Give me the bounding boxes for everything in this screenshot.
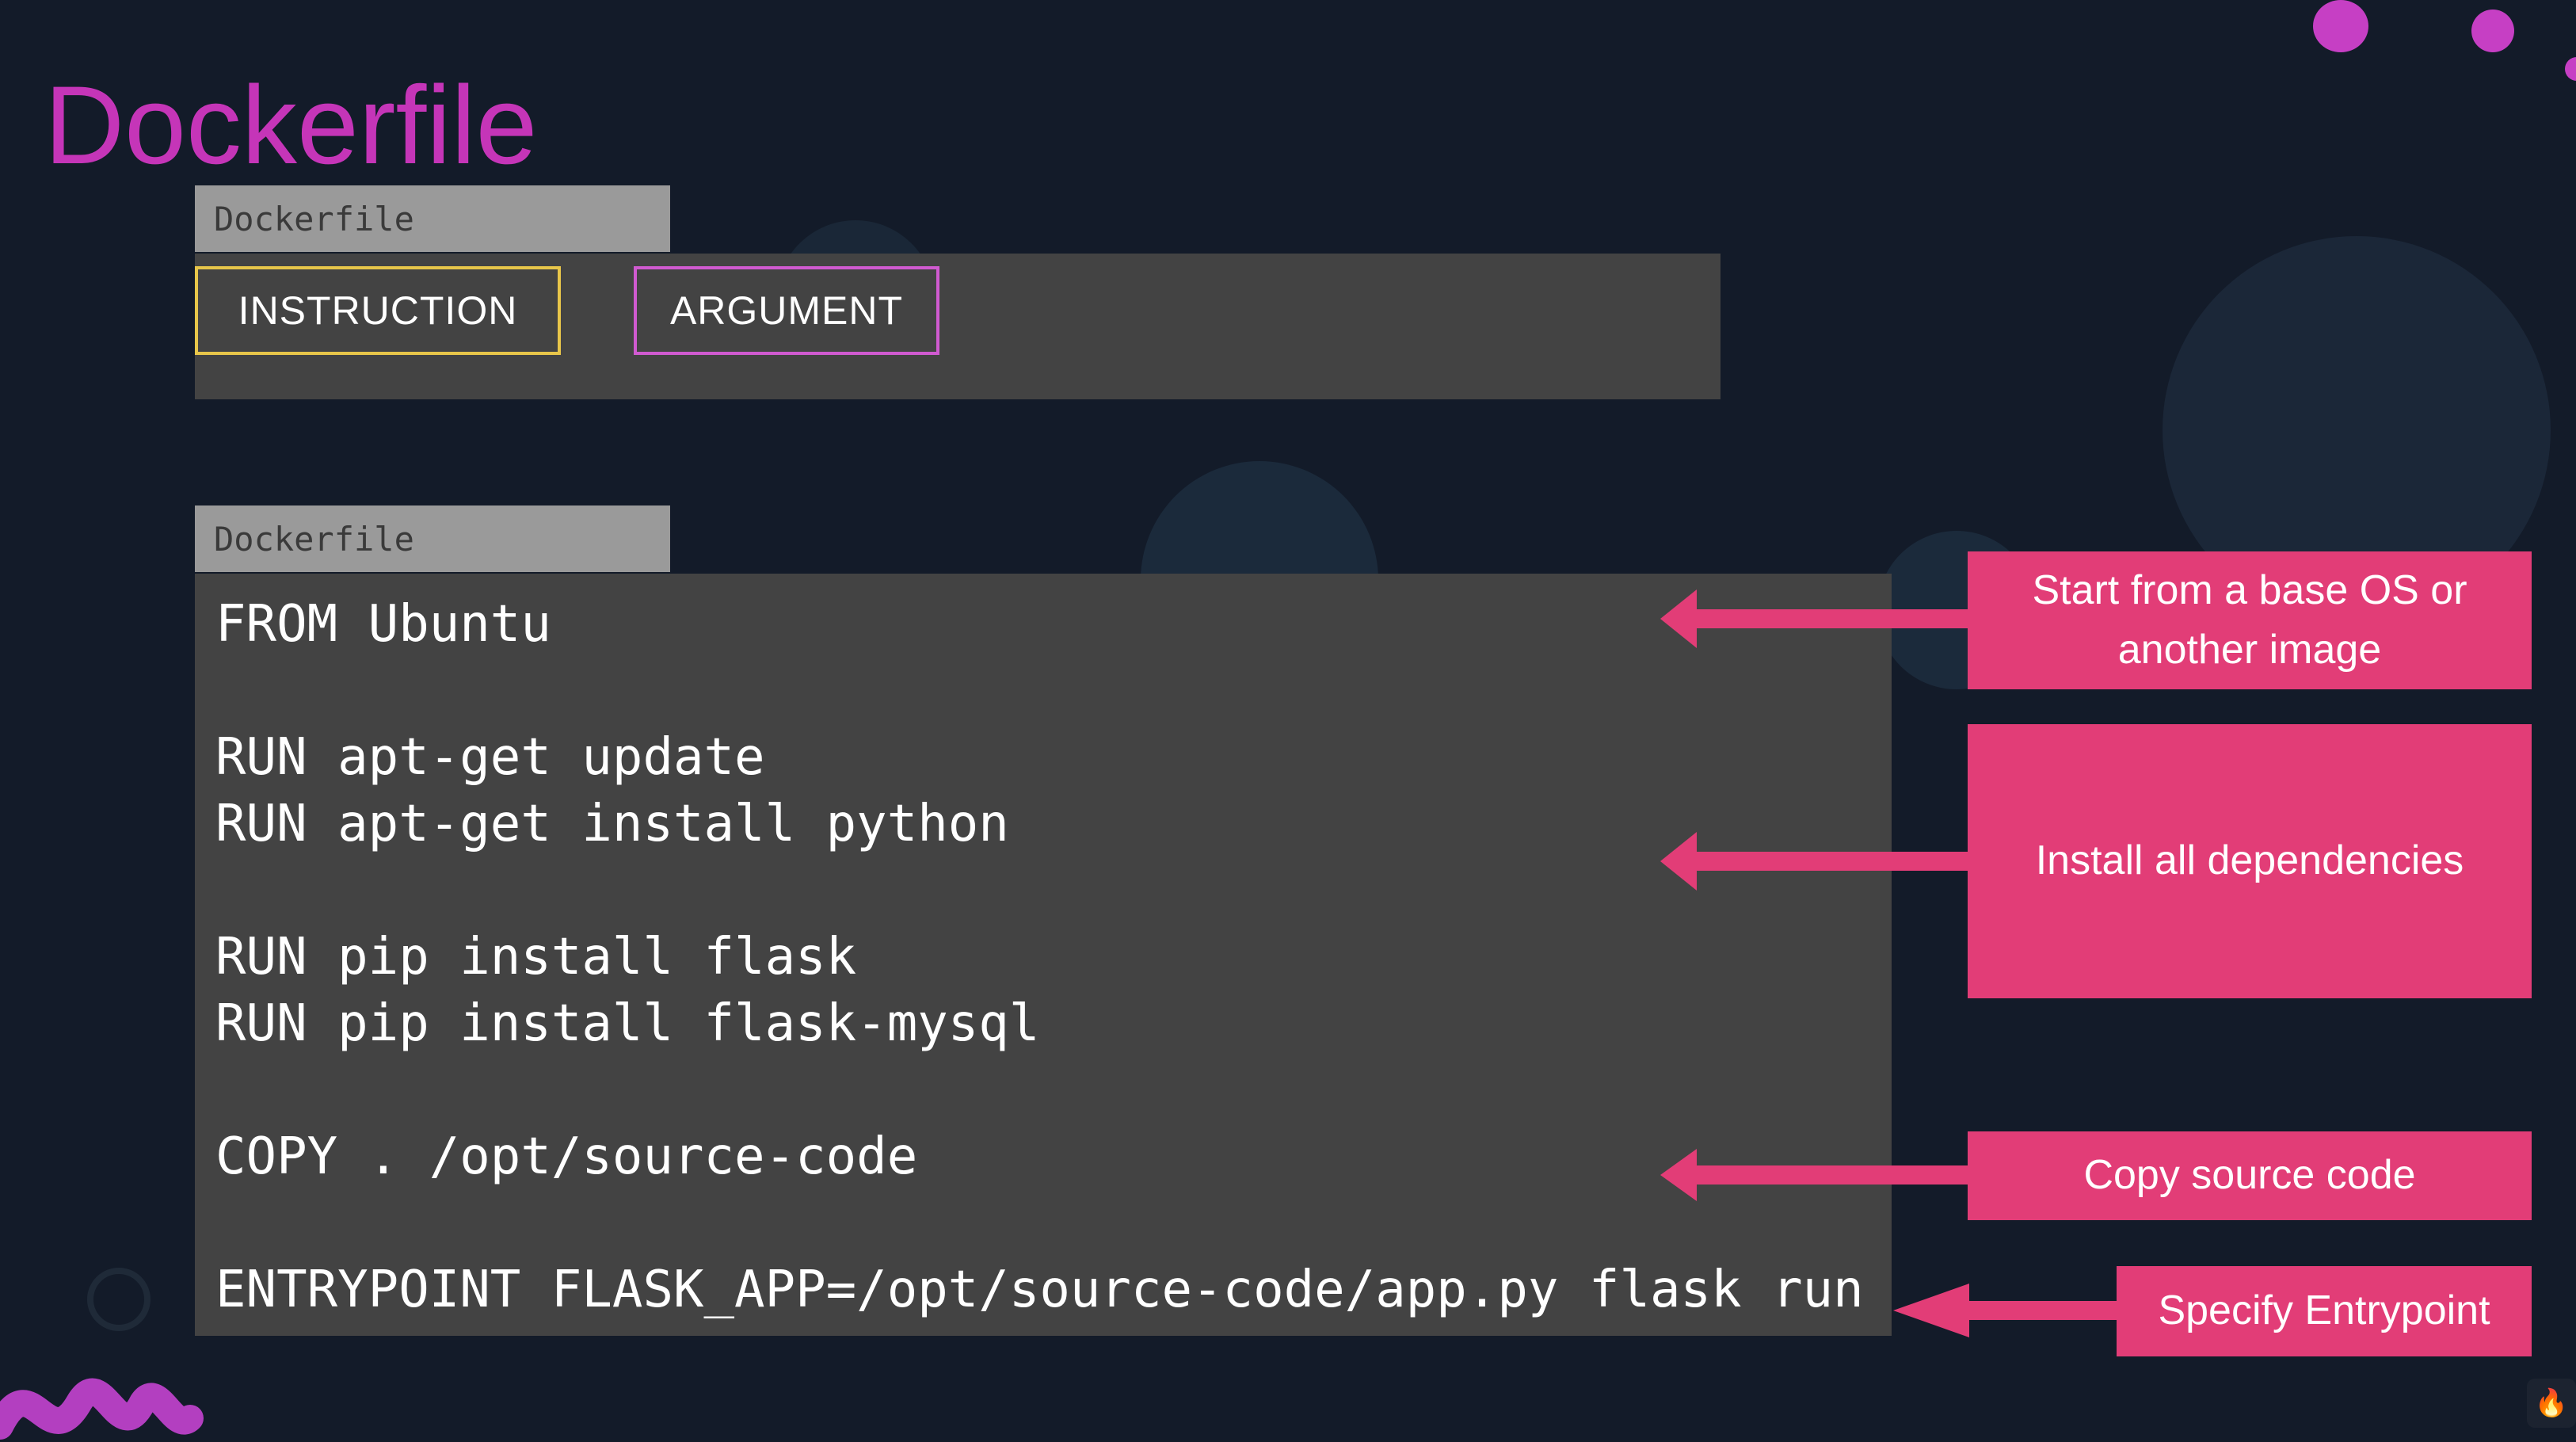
decorative-circle xyxy=(2565,57,2576,81)
callout-dependencies: Install all dependencies xyxy=(1968,724,2532,998)
code-line: FROM Ubuntu xyxy=(215,595,551,654)
code-line: RUN apt-get install python xyxy=(215,795,1009,853)
file-tab-label: Dockerfile xyxy=(195,505,670,572)
flame-logo-icon: 🔥 xyxy=(2527,1379,2576,1428)
decorative-circle xyxy=(2471,10,2514,52)
callout-base-os: Start from a base OS or another image xyxy=(1968,551,2532,689)
arrow-left-icon xyxy=(1660,1149,1971,1201)
arrow-left-icon xyxy=(1893,1284,2118,1337)
code-line: RUN apt-get update xyxy=(215,728,765,787)
decorative-circle xyxy=(87,1268,151,1331)
code-line: ENTRYPOINT FLASK_APP=/opt/source-code/ap… xyxy=(215,1261,1864,1319)
instruction-tag: INSTRUCTION xyxy=(195,266,561,355)
arrow-left-icon xyxy=(1660,832,1971,891)
callout-entrypoint: Specify Entrypoint xyxy=(2117,1266,2532,1356)
argument-tag: ARGUMENT xyxy=(634,266,939,355)
code-line: COPY . /opt/source-code xyxy=(215,1127,918,1186)
decorative-circle xyxy=(2313,0,2368,52)
callout-copy-source: Copy source code xyxy=(1968,1131,2532,1220)
squiggle-decoration xyxy=(0,1378,204,1440)
code-line: RUN pip install flask-mysql xyxy=(215,994,1040,1053)
arrow-left-icon xyxy=(1660,589,1971,648)
page-title: Dockerfile xyxy=(44,63,538,187)
file-tab-label: Dockerfile xyxy=(195,185,670,252)
code-line: RUN pip install flask xyxy=(215,928,857,986)
